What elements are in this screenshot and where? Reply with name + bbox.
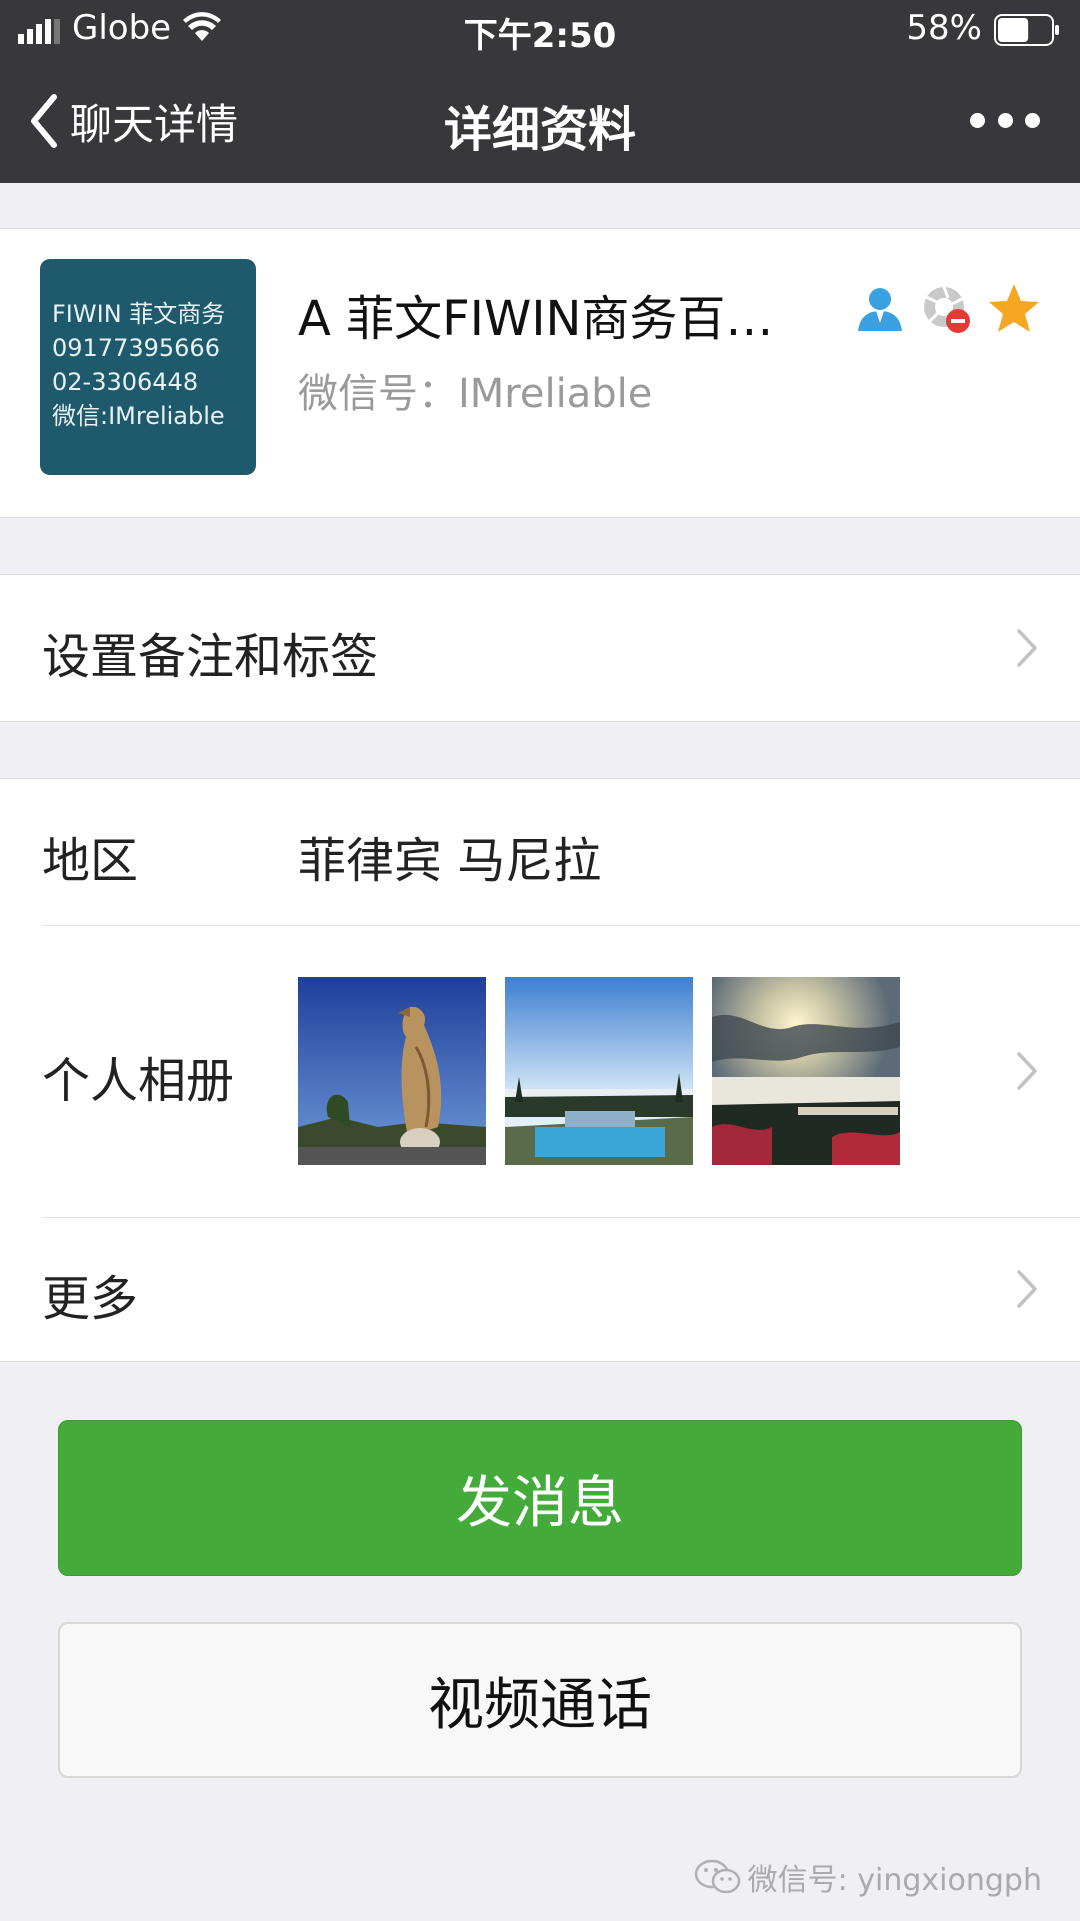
avatar-text-line: 微信:IMreliable	[52, 402, 225, 430]
watermark: 微信号: yingxiongph	[694, 1855, 1042, 1899]
send-message-button[interactable]: 发消息	[58, 1420, 1022, 1576]
wechat-logo-icon	[694, 1859, 740, 1894]
nav-bar: 聊天详情 详细资料	[0, 60, 1080, 183]
battery-percent: 58%	[906, 8, 982, 48]
watermark-text: 微信号: yingxiongph	[747, 1863, 1042, 1898]
dot-icon	[1025, 112, 1040, 128]
divider	[42, 925, 1080, 926]
set-remark-tags-label: 设置备注和标签	[42, 629, 379, 685]
chevron-right-icon	[1017, 1270, 1037, 1308]
more-label: 更多	[42, 1271, 139, 1327]
blocked-icon	[924, 286, 970, 333]
page-title: 详细资料	[443, 102, 636, 158]
wechat-id: 微信号：IMreliable	[298, 361, 652, 419]
avatar-text-line: FIWIN 菲文商务	[52, 300, 226, 328]
album-photo-pool-view[interactable]	[505, 977, 693, 1165]
region-label: 地区	[42, 833, 139, 889]
set-remark-tags-row[interactable]: 设置备注和标签	[0, 574, 1080, 722]
battery-icon	[994, 14, 1059, 46]
chevron-right-icon	[1017, 1052, 1037, 1090]
album-photo-eagle-statue[interactable]	[298, 977, 486, 1165]
top-bar: Globe 下午2:50 58% 聊天详情 详细资料	[0, 0, 1080, 183]
dot-icon	[997, 112, 1013, 128]
album-photo-sea-of-clouds[interactable]	[712, 977, 900, 1165]
star-icon	[989, 284, 1039, 332]
wechat-id-label: 微信号：	[298, 371, 458, 417]
profile-card: FIWIN 菲文商务 09177395666 02-3306448 微信:IMr…	[0, 228, 1080, 518]
contact-icon	[858, 288, 902, 331]
avatar-text-line: 02-3306448	[52, 368, 199, 396]
video-call-button[interactable]: 视频通话	[58, 1622, 1022, 1778]
avatar[interactable]: FIWIN 菲文商务 09177395666 02-3306448 微信:IMr…	[40, 259, 256, 475]
profile-name: A 菲文FIWIN商务百…	[298, 291, 774, 347]
status-bar: Globe 下午2:50 58%	[0, 0, 1080, 60]
region-value: 菲律宾 马尼拉	[298, 833, 602, 889]
album-label: 个人相册	[42, 1053, 235, 1109]
more-options-button[interactable]	[970, 105, 1040, 135]
divider	[42, 1217, 1080, 1218]
dot-icon	[970, 112, 985, 128]
wechat-id-value: IMreliable	[458, 371, 653, 417]
avatar-text-line: 09177395666	[52, 334, 220, 362]
chevron-right-icon	[1017, 629, 1037, 667]
info-card: 地区 菲律宾 马尼拉 个人相册 更多	[0, 778, 1080, 1362]
